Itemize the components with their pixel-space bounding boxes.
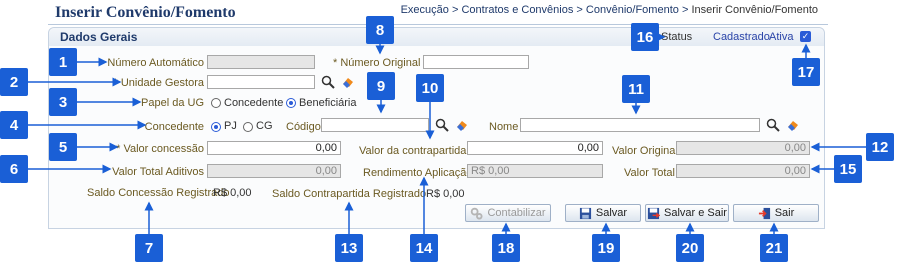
valor-contrapartida-label: Valor da contrapartida [359,145,467,157]
radio-cg[interactable] [243,122,253,132]
search-icon[interactable] [766,118,780,132]
eraser-icon[interactable] [455,118,469,132]
radio-pj-label: PJ [224,120,237,132]
breadcrumb-current: Inserir Convênio/Fomento [691,4,818,16]
salvar-label: Salvar [595,207,628,219]
breadcrumb-item[interactable]: Execução [401,4,449,16]
save-exit-icon [647,207,660,219]
sair-label: Sair [774,207,795,219]
callout-badge: 18 [492,234,520,262]
salvar-button[interactable]: Salvar [565,204,641,222]
radio-concedente-label: Concedente [224,97,284,109]
breadcrumb-separator: > [681,4,689,16]
valor-total-label: Valor Total [624,167,675,179]
valor-original-label: Valor Original [612,145,678,157]
ativa-checkbox[interactable]: ✓ [800,31,811,42]
contabilizar-button[interactable]: Contabilizar [465,204,551,222]
numero-automatico-label: Número Automático [107,57,204,69]
page-title: Inserir Convênio/Fomento [55,4,236,21]
codigo-label: Código [286,121,321,133]
breadcrumb-item[interactable]: Convênio/Fomento [586,4,679,16]
valor-concessao-label: * Valor concessão [116,143,204,155]
unidade-gestora-field[interactable] [207,75,315,89]
callout-badge: 9 [367,72,395,100]
callout-badge: 4 [0,111,28,139]
saldo-contrapartida-label: Saldo Contrapartida Registrado [272,188,427,200]
callout-badge: 14 [410,234,438,262]
codigo-field[interactable] [321,118,429,132]
callout-badge: 3 [49,88,77,116]
valor-contrapartida-field[interactable]: 0,00 [467,141,603,155]
status-cadastrado: Cadastrado [713,31,770,43]
radio-pj[interactable] [211,122,221,132]
gears-icon [471,207,483,220]
floppy-disk-icon [579,207,591,219]
rendimento-aplicacao-field: R$ 0,00 [467,164,603,178]
breadcrumb-separator: > [576,4,583,16]
status-label: Status [661,31,693,43]
valor-concessao-field[interactable]: 0,00 [207,141,341,155]
salvar-e-sair-label: Salvar e Sair [664,207,727,219]
search-icon[interactable] [321,75,335,89]
status-ativa: Ativa [769,31,794,43]
callout-badge: 2 [0,68,28,96]
callout-badge: 5 [49,133,77,161]
callout-badge: 17 [792,58,820,86]
saldo-concessao-label: Saldo Concessão Registrado [87,187,230,199]
breadcrumb-item[interactable]: Contratos e Convênios [461,4,573,16]
callout-badge: 19 [592,234,620,262]
callout-badge: 13 [335,234,363,262]
callout-badge: 20 [676,234,704,262]
valor-total-aditivos-label: Valor Total Aditivos [112,166,204,178]
callout-badge: 1 [49,48,77,76]
title-divider [48,24,828,25]
exit-door-icon [758,207,770,219]
callout-badge: 15 [834,155,862,183]
concedente-label: Concedente [144,121,204,133]
papel-ug-label: Papel da UG [141,97,204,109]
callout-badge: 8 [366,16,394,44]
valor-total-aditivos-field: 0,00 [207,164,341,178]
radio-cg-label: CG [256,120,273,132]
numero-original-label: * Número Original [333,57,421,69]
numero-automatico-field [207,55,315,69]
section-title: Dados Gerais [60,30,138,44]
salvar-e-sair-button[interactable]: Salvar e Sair [645,204,729,222]
sair-button[interactable]: Sair [733,204,819,222]
saldo-concessao-value: R$ 0,00 [213,187,252,199]
callout-badge: 11 [622,75,650,103]
panel-header [49,28,824,46]
nome-field[interactable] [520,118,760,132]
valor-original-field: 0,00 [676,141,810,155]
numero-original-field[interactable] [423,55,529,69]
breadcrumb-separator: > [451,4,459,16]
breadcrumb: Execução > Contratos e Convênios > Convê… [401,4,818,16]
contabilizar-label: Contabilizar [487,207,546,219]
saldo-contrapartida-value: R$ 0,00 [426,188,465,200]
radio-beneficiaria[interactable] [286,98,296,108]
rendimento-aplicacao-label: Rendimento Aplicação [363,167,473,179]
eraser-icon[interactable] [786,118,800,132]
valor-total-field: 0,00 [676,164,810,178]
callout-badge: 7 [135,234,163,262]
eraser-icon[interactable] [341,75,355,89]
radio-concedente[interactable] [211,98,221,108]
search-icon[interactable] [435,118,449,132]
callout-badge: 6 [0,155,28,183]
radio-beneficiaria-label: Beneficiária [299,97,357,109]
callout-badge: 21 [760,234,788,262]
callout-badge: 16 [631,23,659,51]
nome-label: Nome [489,121,519,133]
callout-badge: 12 [866,133,894,161]
unidade-gestora-label: * Unidade Gestora [113,77,205,89]
callout-badge: 10 [416,74,444,102]
